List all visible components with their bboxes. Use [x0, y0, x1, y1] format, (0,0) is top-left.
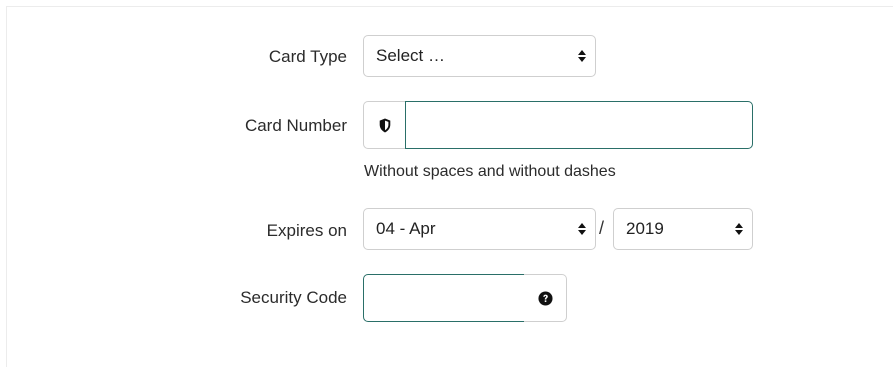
expires-on-label: Expires on [266, 221, 347, 240]
expiry-month-selected-value: 04 - Apr [376, 219, 436, 238]
card-number-input[interactable] [405, 101, 753, 149]
question-circle-icon [537, 290, 553, 306]
expiry-year-selected-value: 2019 [626, 219, 664, 238]
security-code-label: Security Code [240, 288, 347, 307]
card-number-addon [363, 101, 406, 149]
select-arrows-icon [735, 223, 743, 235]
card-type-selected-value: Select … [376, 46, 445, 65]
security-code-help-button[interactable] [524, 274, 567, 322]
card-type-label: Card Type [268, 47, 347, 66]
expiry-year-select[interactable]: 2019 [613, 208, 753, 250]
expiry-separator: / [599, 218, 605, 238]
card-number-help-text: Without spaces and without dashes [364, 163, 616, 180]
select-arrows-icon [578, 223, 586, 235]
card-type-select[interactable]: Select … [363, 35, 596, 77]
card-number-label: Card Number [244, 116, 347, 135]
shield-icon [379, 118, 391, 132]
expiry-month-select[interactable]: 04 - Apr [363, 208, 596, 250]
security-code-input[interactable] [363, 274, 525, 322]
select-arrows-icon [578, 50, 586, 62]
